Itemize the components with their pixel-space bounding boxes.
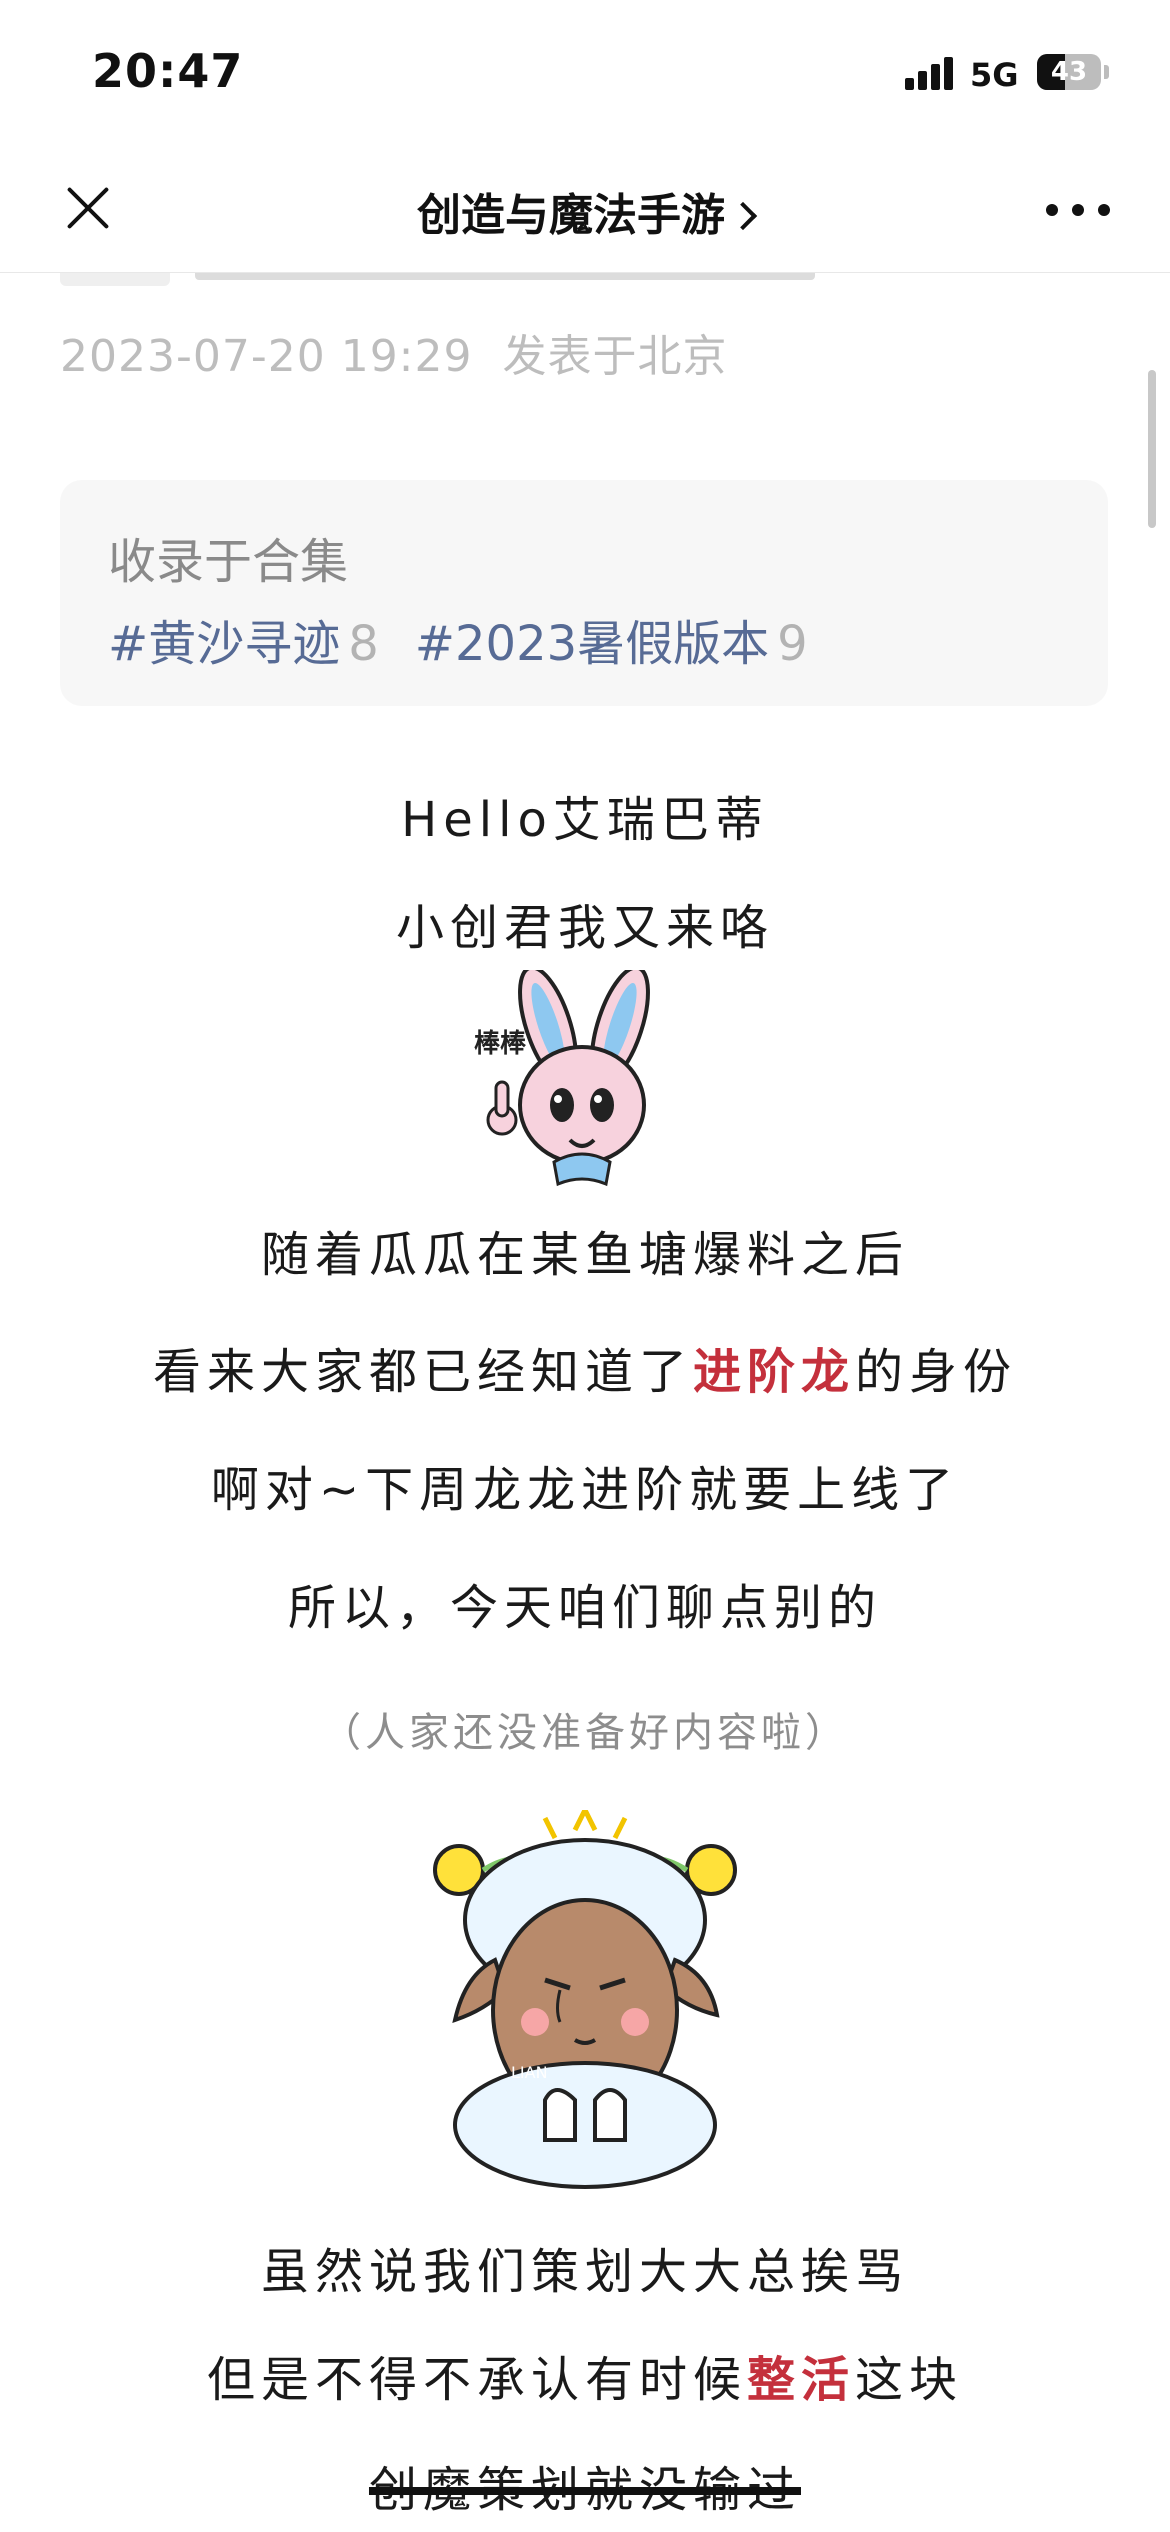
status-bar: 20:47 5G 43 <box>0 0 1170 150</box>
body-text: 这块 <box>855 2352 964 2408</box>
nav-title-wrap: 创造与魔法手游 <box>0 150 1170 272</box>
article-meta: 2023-07-20 19:29 发表于北京 <box>60 320 728 384</box>
status-time: 20:47 <box>92 44 244 98</box>
tag-count: 9 <box>777 616 808 672</box>
battery-nub <box>1104 65 1109 79</box>
close-icon[interactable] <box>58 178 118 238</box>
crying-sheep-sticker: LIAN <box>425 1804 745 2190</box>
collection-box: 收录于合集 #黄沙寻迹 8 #2023暑假版本 9 <box>60 480 1108 706</box>
sticker-caption: 棒棒 <box>474 1029 527 1059</box>
clipped-author-avatar <box>60 272 170 286</box>
chevron-right-icon <box>728 201 758 231</box>
thumbs-up-bunny-sticker: 棒棒 <box>470 965 696 1196</box>
body-line-highlighted: 但是不得不承认有时候整活这块 <box>0 2340 1170 2410</box>
account-title-link[interactable]: 创造与魔法手游 <box>417 179 758 243</box>
network-type: 5G <box>970 56 1019 94</box>
body-text: 的身份 <box>855 1344 1018 1400</box>
body-line: Hello艾瑞巴蒂 <box>401 792 769 848</box>
battery-level: 43 <box>1050 57 1088 87</box>
body-line: 虽然说我们策划大大总挨骂 <box>260 2244 909 2300</box>
body-line: 小创君我又来咯 <box>395 900 774 956</box>
scrollbar[interactable] <box>1148 370 1156 528</box>
highlight-text: 整活 <box>746 2352 855 2408</box>
tag-count: 8 <box>348 616 379 672</box>
publish-date: 2023-07-20 19:29 <box>60 331 473 382</box>
account-title: 创造与魔法手游 <box>417 190 725 241</box>
more-horizontal-icon[interactable] <box>1046 198 1110 218</box>
tag-link[interactable]: #2023暑假版本 <box>415 616 769 672</box>
tag-link[interactable]: #黄沙寻迹 <box>108 616 340 672</box>
body-line: 随着瓜瓜在某鱼塘爆料之后 <box>260 1227 909 1283</box>
clipped-author-line <box>195 272 815 280</box>
body-line: 所以，今天咱们聊点别的 <box>287 1580 882 1636</box>
body-text: 看来大家都已经知道了 <box>152 1344 693 1400</box>
body-line-strikethrough: 创魔策划就没输过 <box>0 2450 1170 2520</box>
collection-tags: #黄沙寻迹 8 #2023暑假版本 9 <box>108 604 844 674</box>
strikethrough-text: 创魔策划就没输过 <box>368 2462 801 2518</box>
body-text: 但是不得不承认有时候 <box>206 2352 747 2408</box>
sticker-caption: LIAN <box>511 2063 548 2082</box>
publish-location: 发表于北京 <box>502 331 728 382</box>
battery-icon: 43 <box>1037 54 1101 90</box>
body-note: （人家还没准备好内容啦） <box>321 1710 849 1756</box>
body-line-highlighted: 看来大家都已经知道了进阶龙的身份 <box>0 1332 1170 1402</box>
collection-label: 收录于合集 <box>108 534 349 590</box>
nav-bar: 创造与魔法手游 <box>0 150 1170 273</box>
body-line: 啊对~下周龙龙进阶就要上线了 <box>210 1462 960 1518</box>
highlight-text: 进阶龙 <box>692 1344 855 1400</box>
signal-bars-icon <box>905 56 955 90</box>
